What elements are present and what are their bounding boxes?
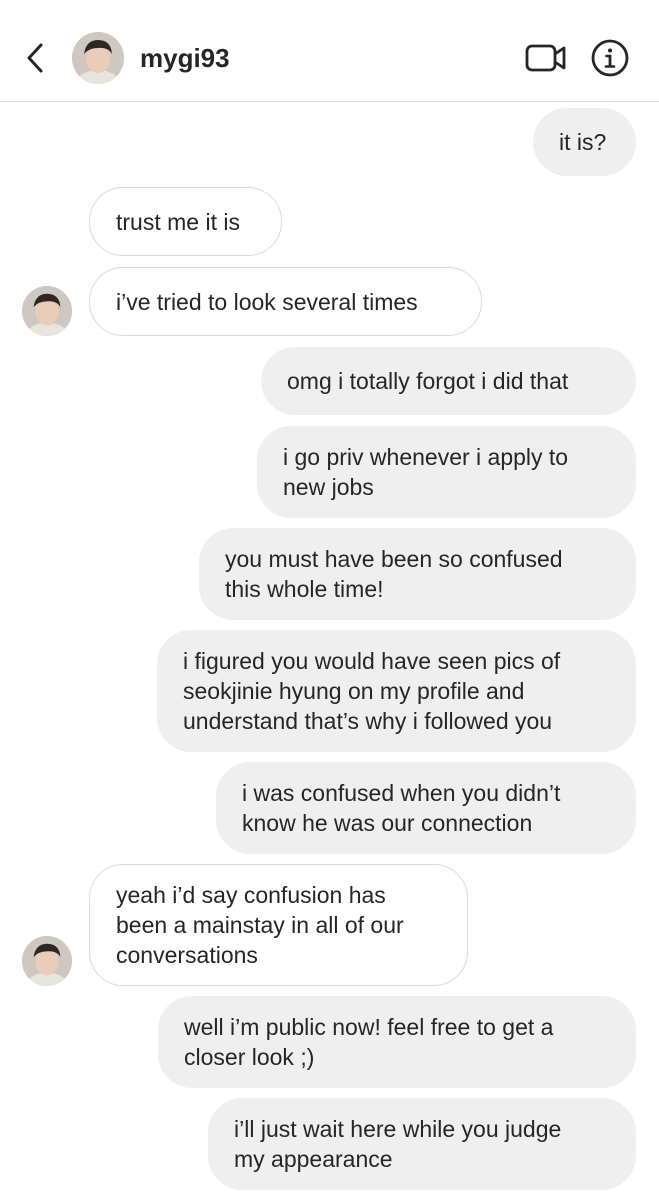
profile-photo xyxy=(22,936,72,986)
video-camera-icon xyxy=(525,44,566,72)
message-bubble-sent[interactable]: you must have been so confused this whol… xyxy=(199,528,636,620)
message-bubble-sent[interactable]: i go priv whenever i apply to new jobs xyxy=(257,426,636,518)
video-call-button[interactable] xyxy=(524,38,568,78)
profile-photo xyxy=(22,286,72,336)
conversation-info-button[interactable] xyxy=(588,36,632,80)
back-button[interactable] xyxy=(20,36,50,80)
profile-photo xyxy=(72,32,124,84)
sender-avatar[interactable] xyxy=(22,286,72,336)
message-bubble-received[interactable]: yeah i’d say confusion has been a mainst… xyxy=(89,864,468,986)
message-bubble-sent[interactable]: i’ll just wait here while you judge my a… xyxy=(208,1098,636,1190)
message-bubble-sent[interactable]: i figured you would have seen pics of se… xyxy=(157,630,636,752)
chat-username[interactable]: mygi93 xyxy=(140,42,230,74)
message-bubble-sent[interactable]: well i’m public now! feel free to get a … xyxy=(158,996,636,1088)
info-icon xyxy=(591,39,629,77)
message-bubble-sent[interactable]: i was confused when you didn’t know he w… xyxy=(216,762,636,854)
chat-header: mygi93 xyxy=(0,0,659,102)
chevron-left-icon xyxy=(27,43,43,73)
message-bubble-received[interactable]: i’ve tried to look several times xyxy=(89,267,482,336)
message-bubble-sent[interactable]: omg i totally forgot i did that xyxy=(261,347,636,415)
header-avatar[interactable] xyxy=(72,32,124,84)
message-bubble-sent[interactable]: it is? xyxy=(533,108,636,176)
sender-avatar[interactable] xyxy=(22,936,72,986)
message-bubble-received[interactable]: trust me it is xyxy=(89,187,282,256)
